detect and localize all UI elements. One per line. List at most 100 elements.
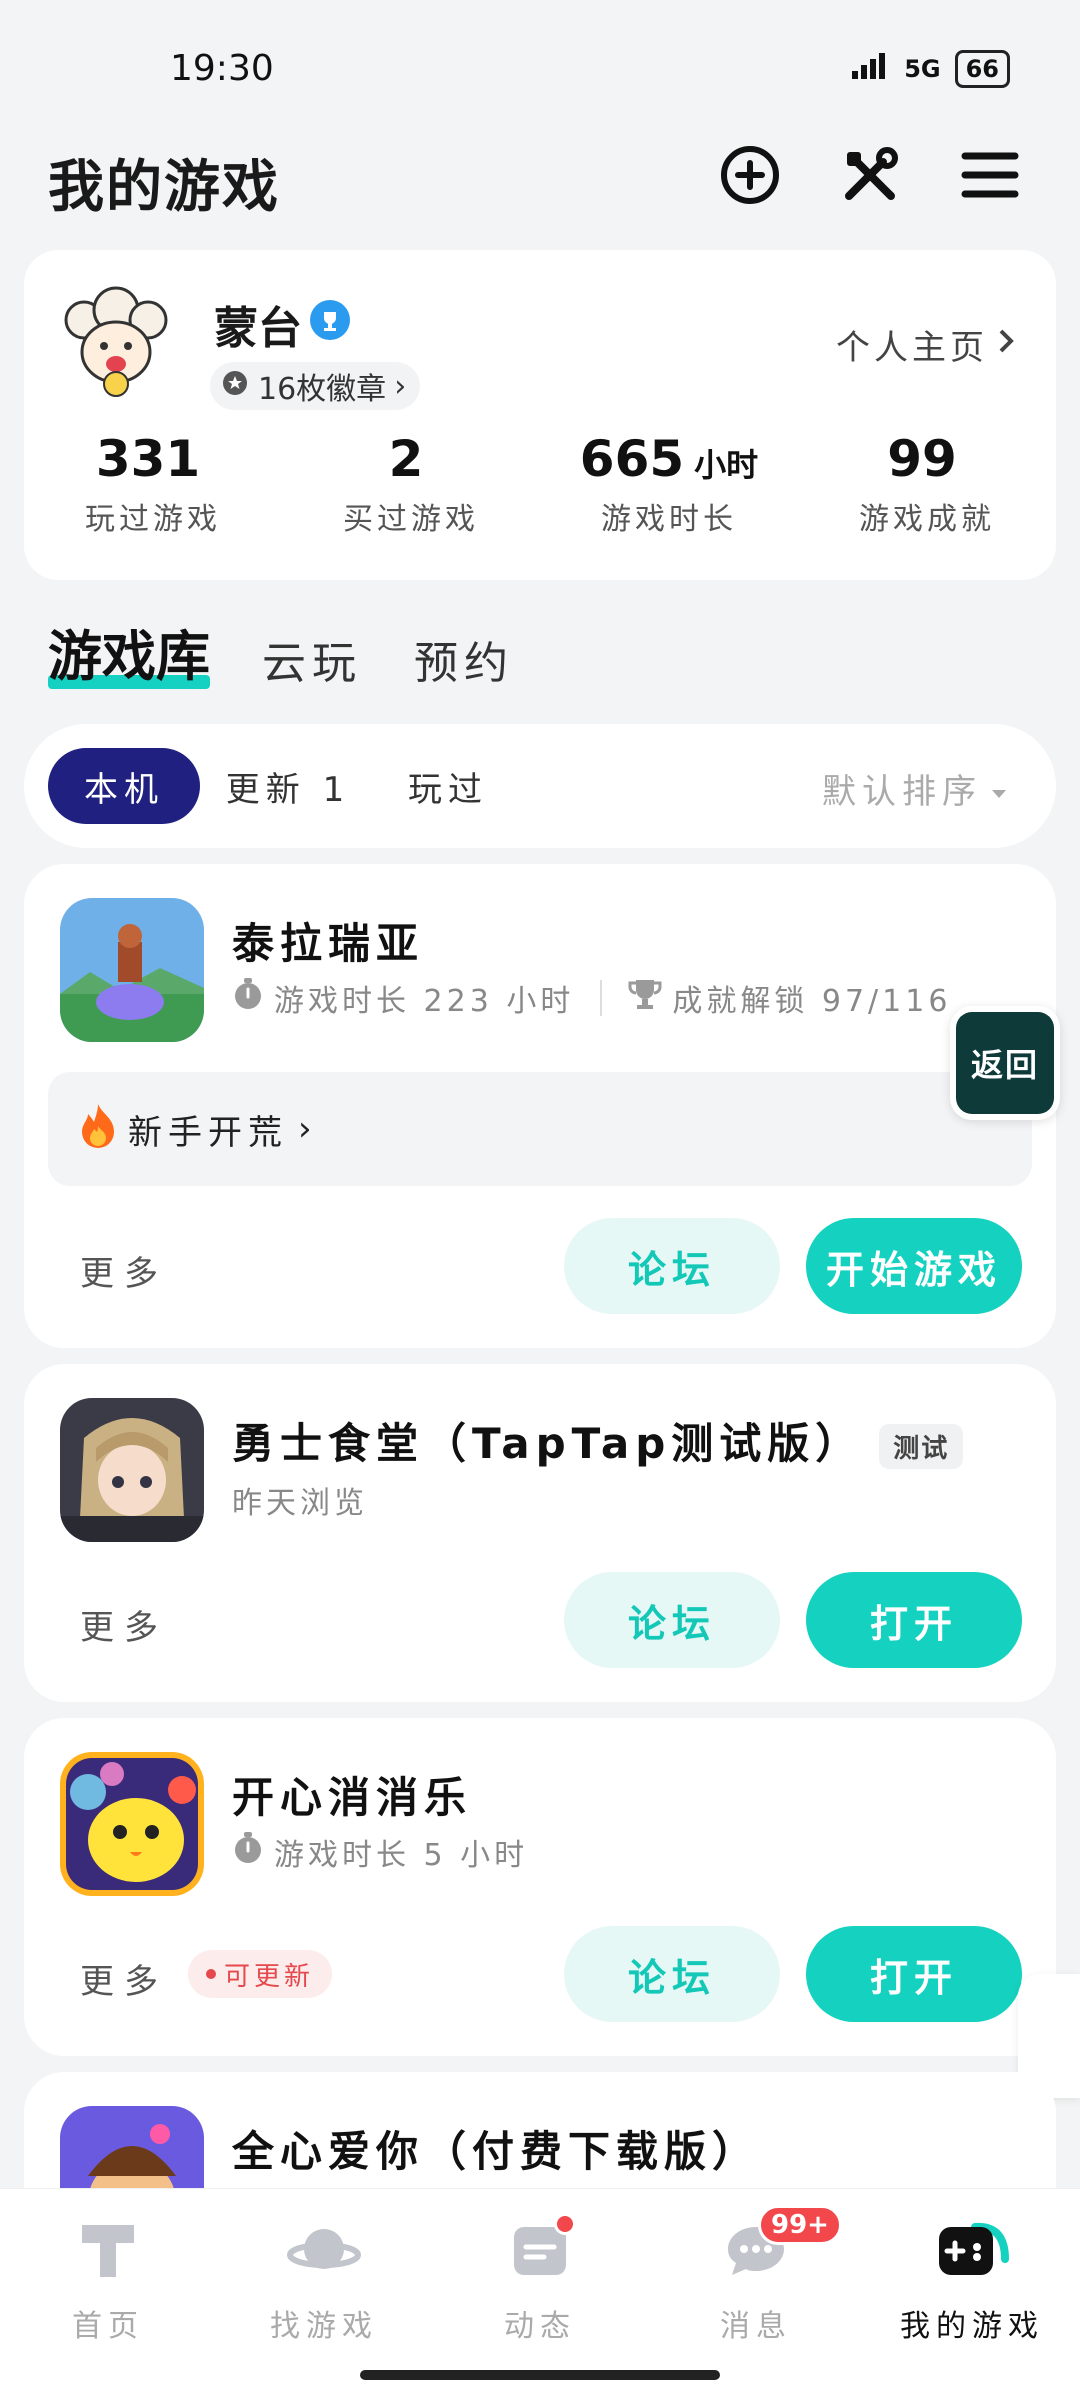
nav-label: 消息 [720,2309,792,2344]
nav-label: 首页 [72,2309,144,2344]
stat-achievements[interactable]: 99 游戏成就 [798,430,1056,538]
game-meta: 昨天浏览 [232,1478,368,1522]
nav-feed[interactable]: 动态 [432,2189,648,2400]
fire-icon [78,1102,118,1157]
stat-label: 游戏成就 [859,502,995,537]
battery-icon: 66 [954,50,1010,88]
update-available-badge[interactable]: 可更新 [188,1950,333,1998]
game-icon-happy-elimination[interactable] [60,1752,204,1896]
game-playtime: 游戏时长 223 小时 [274,984,575,1019]
username: 蒙台 [214,303,302,354]
caret-down-icon [990,769,1008,809]
filter-played[interactable]: 玩过 [384,748,512,824]
chevron-right-icon: › [298,1109,318,1149]
stat-label: 游戏时长 [601,502,737,537]
divider [600,980,603,1016]
test-tag: 测试 [879,1424,964,1469]
stat-label: 玩过游戏 [85,502,221,537]
profile-stats: 331 玩过游戏 2 买过游戏 665 小时 游戏时长 99 游戏成就 [24,430,1056,538]
start-game-button[interactable]: 开始游戏 [806,1218,1022,1314]
nav-label: 我的游戏 [900,2309,1044,2344]
page-title: 我的游戏 [48,155,280,220]
stat-bought-games[interactable]: 2 买过游戏 [282,430,540,538]
verified-badge-icon [310,300,350,340]
profile-card[interactable]: 蒙台 16枚徽章 › 个人主页 331 玩过游戏 2 买过游戏 665 小时 游戏… [24,250,1056,580]
stopwatch-icon [232,1831,264,1873]
stopwatch-icon [232,977,264,1019]
stat-value: 665 小时 [579,430,759,488]
stat-value: 99 [887,430,957,488]
forum-button[interactable]: 论坛 [564,1218,780,1314]
nav-label: 找游戏 [270,2309,378,2344]
floating-back-button[interactable]: 返回 [950,1006,1060,1120]
tab-cloud-play[interactable]: 云玩 [262,627,362,691]
signal-icon [850,51,890,87]
more-button[interactable]: 更多 [80,1246,168,1295]
filter-local[interactable]: 本机 [48,748,200,824]
bottom-nav: 首页 找游戏 动态 99+ 消息 我的游戏 [0,2188,1080,2400]
forum-button[interactable]: 论坛 [564,1926,780,2022]
more-button[interactable]: 更多 [80,1600,168,1649]
game-playtime: 游戏时长 5 小时 [274,1838,529,1873]
homepage-label: 个人主页 [836,328,988,368]
floating-back-label: 返回 [956,1012,1054,1114]
tab-reservations[interactable]: 预约 [414,627,514,691]
event-banner[interactable]: 新手开荒 › [48,1072,1032,1186]
stat-played-games[interactable]: 331 玩过游戏 [24,430,282,538]
message-count-badge: 99+ [758,2205,842,2245]
game-icon-terraria[interactable] [60,898,204,1042]
trophy-icon [628,977,662,1019]
game-icon-warrior-canteen[interactable] [60,1398,204,1542]
nav-home[interactable]: 首页 [0,2189,216,2400]
game-title: 全心爱你（付费下载版） [232,2127,761,2176]
game-card[interactable]: 泰拉瑞亚 游戏时长 223 小时 成就解锁 97/116 新手开荒 › 更多 论… [24,864,1056,1348]
library-tabs: 游戏库 云玩 预约 [48,612,514,691]
game-meta: 游戏时长 223 小时 成就解锁 97/116 [232,976,951,1020]
open-button[interactable]: 打开 [806,1572,1022,1668]
stat-playtime[interactable]: 665 小时 游戏时长 [540,430,798,538]
header: 我的游戏 [0,130,1080,230]
tab-game-library[interactable]: 游戏库 [48,612,210,691]
planet-icon [287,2219,361,2283]
last-browsed: 昨天浏览 [232,1486,368,1521]
game-title: 勇士食堂（TapTap测试版） [232,1419,864,1468]
stat-value: 331 [95,430,201,488]
badges-count: 16枚徽章 [258,372,387,407]
badges-button[interactable]: 16枚徽章 › [210,362,421,410]
gamepad-icon [935,2219,1009,2283]
red-dot-icon [206,1969,216,1979]
chevron-right-icon: › [394,368,407,404]
stat-label: 买过游戏 [343,502,479,537]
game-achievements: 成就解锁 97/116 [672,984,952,1019]
event-label: 新手开荒 [128,1112,288,1153]
add-icon[interactable] [715,140,785,210]
filter-updates[interactable]: 更新 1 [224,748,352,824]
game-meta: 游戏时长 5 小时 [232,1830,528,1874]
home-indicator[interactable] [360,2370,720,2380]
filter-bar: 本机 更新 1 玩过 默认排序 [24,724,1056,848]
game-title: 开心消消乐 [232,1773,473,1822]
nav-messages[interactable]: 99+ 消息 [648,2189,864,2400]
menu-icon[interactable] [955,140,1025,210]
game-card[interactable]: 勇士食堂（TapTap测试版） 测试 昨天浏览 更多 论坛 打开 [24,1364,1056,1702]
forum-button[interactable]: 论坛 [564,1572,780,1668]
status-icons: 5G 66 [850,50,1010,88]
tools-icon[interactable] [835,140,905,210]
open-button[interactable]: 打开 [806,1926,1022,2022]
update-label: 可更新 [224,1961,315,1992]
nav-find-games[interactable]: 找游戏 [216,2189,432,2400]
nav-my-games[interactable]: 我的游戏 [864,2189,1080,2400]
stat-value: 2 [388,430,424,488]
chevron-right-icon [996,325,1016,365]
nav-label: 动态 [504,2309,576,2344]
game-card[interactable]: 开心消消乐 游戏时长 5 小时 更多 可更新 论坛 打开 [24,1718,1056,2056]
sort-dropdown[interactable]: 默认排序 [822,764,1008,813]
avatar[interactable] [54,280,178,404]
sort-label: 默认排序 [822,772,982,812]
more-button[interactable]: 更多 [80,1954,168,2003]
notification-dot [554,2213,576,2235]
medal-icon [220,367,250,405]
homepage-link[interactable]: 个人主页 [836,320,1016,369]
network-type: 5G [904,55,941,83]
game-title: 泰拉瑞亚 [232,919,425,968]
